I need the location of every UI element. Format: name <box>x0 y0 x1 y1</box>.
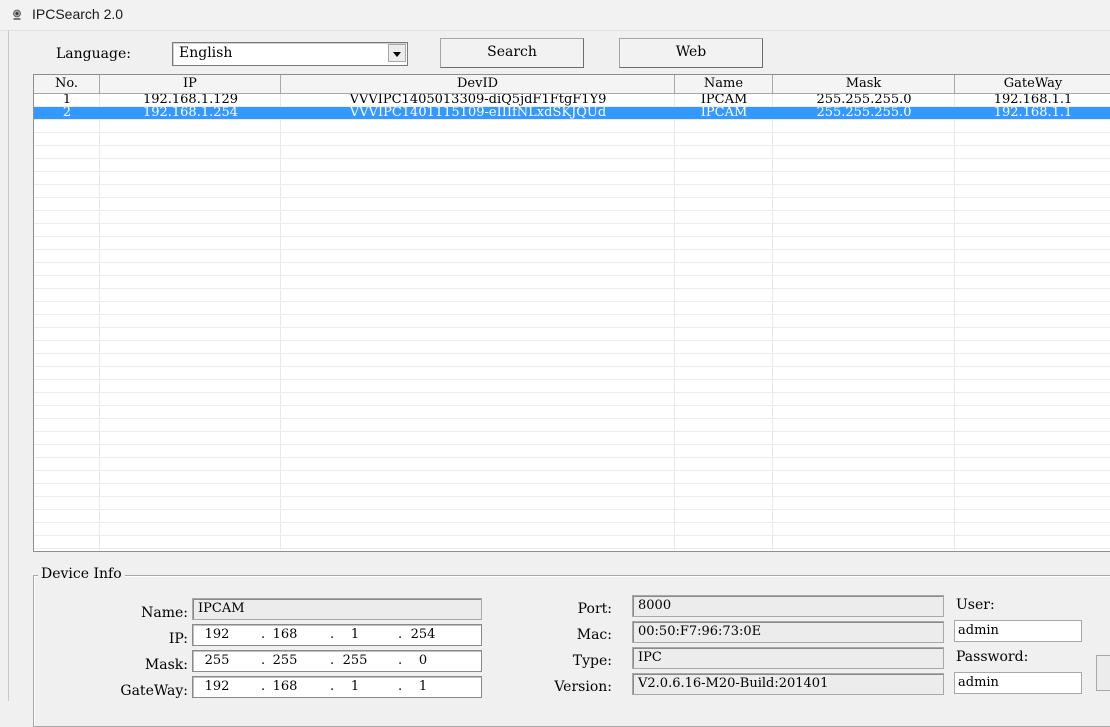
gateway-label: GateWay: <box>120 683 188 699</box>
port-label: Port: <box>577 601 612 617</box>
column-header-no[interactable]: No. <box>34 75 100 93</box>
column-header-ip[interactable]: IP <box>100 75 281 93</box>
language-select[interactable]: English <box>172 42 408 66</box>
ip-octet-3: 1 <box>350 627 360 642</box>
ipcam-icon <box>13 9 21 20</box>
cell-mask: 255.255.255.0 <box>816 94 912 106</box>
password-label: Password: <box>956 649 1029 665</box>
gateway-field[interactable]: 192 . 168 . 1 . 1 <box>192 676 482 698</box>
cell-gateway: 192.168.1.1 <box>993 94 1073 106</box>
dot: . <box>330 627 335 642</box>
ip-octet-1: 192 <box>204 627 230 642</box>
cell-ip: 192.168.1.129 <box>142 94 239 106</box>
dot: . <box>330 679 335 694</box>
mask-octet-3: 255 <box>342 653 368 668</box>
search-button[interactable]: Search <box>440 38 584 68</box>
column-header-gateway[interactable]: GateWay <box>955 75 1110 93</box>
version-field[interactable]: V2.0.6.16-M20-Build:201401 <box>632 673 944 695</box>
cell-name: IPCAM <box>700 107 748 119</box>
dot: . <box>330 653 335 668</box>
ip-octet-2: 168 <box>272 627 298 642</box>
gateway-octet-3: 1 <box>350 679 360 694</box>
cell-ip: 192.168.1.254 <box>142 107 239 119</box>
window-title: IPCSearch 2.0 <box>32 6 124 22</box>
column-header-mask[interactable]: Mask <box>773 75 955 93</box>
table-row-selected[interactable]: 2 192.168.1.254 VVVIPC1401115109-eIIIfNL… <box>34 107 1110 119</box>
dot: . <box>398 653 403 668</box>
apply-button[interactable] <box>1096 655 1110 691</box>
list-gridlines <box>34 94 1110 550</box>
gateway-octet-2: 168 <box>272 679 298 694</box>
mask-octet-4: 0 <box>418 653 428 668</box>
device-list[interactable]: No. IP DevID Name Mask GateWay 1 192.168… <box>33 74 1110 552</box>
dot: . <box>261 679 266 694</box>
gateway-octet-4: 1 <box>418 679 428 694</box>
type-label: Type: <box>572 653 612 669</box>
language-value: English <box>179 45 233 61</box>
web-button[interactable]: Web <box>619 38 763 68</box>
column-header-name[interactable]: Name <box>675 75 773 93</box>
dot: . <box>261 627 266 642</box>
name-label: Name: <box>141 605 188 621</box>
name-field[interactable]: IPCAM <box>192 598 482 620</box>
language-label: Language: <box>56 46 131 62</box>
ip-label: IP: <box>168 631 188 647</box>
version-label: Version: <box>554 679 612 695</box>
cell-no: 1 <box>62 94 72 106</box>
cell-mask: 255.255.255.0 <box>816 107 912 119</box>
column-header-devid[interactable]: DevID <box>281 75 675 93</box>
cell-no: 2 <box>62 107 72 119</box>
frame-edge <box>8 30 9 701</box>
cell-devid: VVVIPC1401115109-eIIIfNLxdSKJQUd <box>349 107 607 119</box>
chevron-down-icon[interactable] <box>388 44 406 62</box>
dot: . <box>398 679 403 694</box>
user-input[interactable]: admin <box>954 620 1082 642</box>
mask-field[interactable]: 255 . 255 . 255 . 0 <box>192 650 482 672</box>
dot: . <box>261 653 266 668</box>
mac-field[interactable]: 00:50:F7:96:73:0E <box>632 621 944 643</box>
mask-octet-2: 255 <box>272 653 298 668</box>
mask-label: Mask: <box>144 657 188 673</box>
ip-octet-4: 254 <box>410 627 436 642</box>
cell-devid: VVVIPC1405013309-diQ5jdF1FtgF1Y9 <box>349 94 607 106</box>
dot: . <box>398 627 403 642</box>
table-row[interactable]: 1 192.168.1.129 VVVIPC1405013309-diQ5jdF… <box>34 94 1110 106</box>
title-bar: IPCSearch 2.0 <box>0 0 1110 31</box>
password-input[interactable]: admin <box>954 672 1082 694</box>
gateway-octet-1: 192 <box>204 679 230 694</box>
port-field[interactable]: 8000 <box>632 595 944 617</box>
ip-address-field[interactable]: 192 . 168 . 1 . 254 <box>192 624 482 646</box>
cell-gateway: 192.168.1.1 <box>993 107 1073 119</box>
user-label: User: <box>956 597 995 613</box>
cell-name: IPCAM <box>700 94 748 106</box>
type-field[interactable]: IPC <box>632 647 944 669</box>
mask-octet-1: 255 <box>204 653 230 668</box>
device-info-title: Device Info <box>38 566 125 582</box>
list-header: No. IP DevID Name Mask GateWay <box>34 75 1110 94</box>
mac-label: Mac: <box>576 627 612 643</box>
